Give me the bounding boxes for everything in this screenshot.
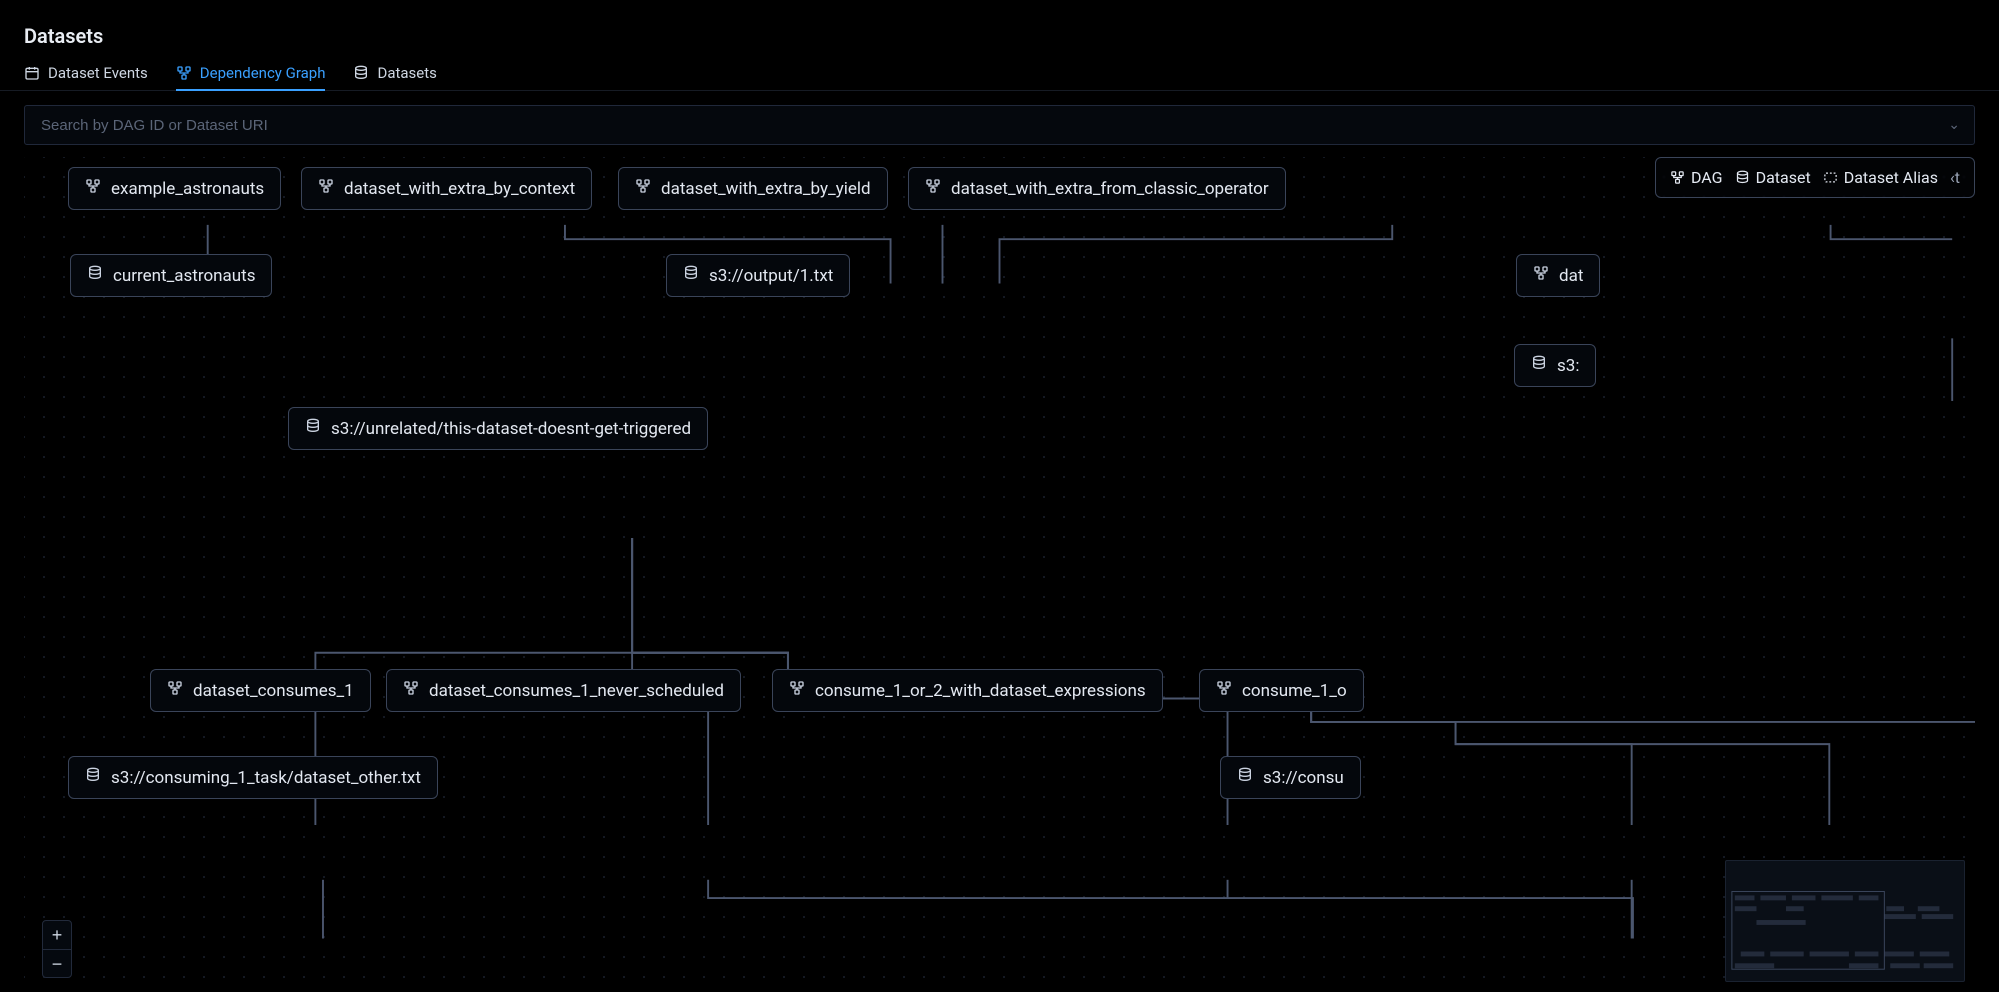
database-icon [353, 65, 369, 81]
legend-alias: Dataset Alias [1823, 168, 1938, 187]
nodes-layer: example_astronauts dataset_with_extra_by_… [24, 157, 1975, 992]
dag-icon [789, 680, 805, 701]
database-icon [305, 418, 321, 439]
database-icon [683, 265, 699, 286]
legend-dataset: Dataset [1735, 168, 1811, 187]
node-dataset_with_extra_by_yield[interactable]: dataset_with_extra_by_yield [618, 167, 888, 210]
node-dat_trunc[interactable]: dat [1516, 254, 1600, 297]
zoom-out-button[interactable]: − [43, 949, 71, 977]
search-bar[interactable]: ⌄ [24, 105, 1975, 145]
node-label: s3: [1557, 356, 1579, 376]
node-label: s3://output/1.txt [709, 266, 833, 286]
node-example_astronauts[interactable]: example_astronauts [68, 167, 281, 210]
database-icon [85, 767, 101, 788]
dag-icon [85, 178, 101, 199]
node-label: dataset_with_extra_by_yield [661, 179, 871, 199]
database-icon [1237, 767, 1253, 788]
node-current_astronauts[interactable]: current_astronauts [70, 254, 272, 297]
dag-icon [925, 178, 941, 199]
node-label: s3://consuming_1_task/dataset_other.txt [111, 768, 421, 788]
graph-icon [176, 65, 192, 81]
tab-dependency-graph[interactable]: Dependency Graph [176, 56, 326, 90]
node-dataset_consumes_1[interactable]: dataset_consumes_1 [150, 669, 371, 712]
node-dataset_consumes_1_never_scheduled[interactable]: dataset_consumes_1_never_scheduled [386, 669, 741, 712]
node-s3_consu[interactable]: s3://consu [1220, 756, 1361, 799]
graph-canvas[interactable]: example_astronauts dataset_with_extra_by_… [24, 157, 1975, 992]
search-input[interactable] [39, 116, 1948, 135]
alias-icon [1823, 170, 1838, 185]
chevron-down-icon: ⌄ [1948, 117, 1960, 133]
zoom-controls: + − [42, 920, 72, 978]
dag-icon [1670, 170, 1685, 185]
minimap-viewport[interactable] [1732, 891, 1884, 969]
dag-icon [318, 178, 334, 199]
node-label: s3://consu [1263, 768, 1344, 788]
node-dataset_with_extra_by_context[interactable]: dataset_with_extra_by_context [301, 167, 592, 210]
datasets-page: Datasets Dataset Events Dependency Graph… [0, 0, 1999, 992]
node-label: dataset_consumes_1_never_scheduled [429, 681, 724, 701]
node-consume_1_more[interactable]: consume_1_o [1199, 669, 1364, 712]
node-consuming_other[interactable]: s3://consuming_1_task/dataset_other.txt [68, 756, 438, 799]
node-label: example_astronauts [111, 179, 264, 199]
tabs: Dataset Events Dependency Graph Datasets [0, 56, 1999, 91]
legend-dag: DAG [1670, 168, 1723, 187]
node-consume_1_or_2[interactable]: consume_1_or_2_with_dataset_expressions [772, 669, 1163, 712]
node-label: current_astronauts [113, 266, 255, 286]
node-label: dataset_consumes_1 [193, 681, 354, 701]
node-unrelated[interactable]: s3://unrelated/this-dataset-doesnt-get-t… [288, 407, 708, 450]
dag-icon [1216, 680, 1232, 701]
node-s3_partial[interactable]: s3: [1514, 344, 1596, 387]
calendar-icon [24, 65, 40, 81]
node-dataset_with_extra_from_classic_operator[interactable]: dataset_with_extra_from_classic_operator [908, 167, 1286, 210]
node-label: dat [1559, 266, 1583, 286]
legend: DAG Dataset Dataset Alias ‹t [1655, 157, 1975, 198]
database-icon [1735, 170, 1750, 185]
database-icon [1531, 355, 1547, 376]
page-title: Datasets [24, 24, 1975, 48]
node-label: dataset_with_extra_by_context [344, 179, 575, 199]
tab-dataset-events[interactable]: Dataset Events [24, 56, 148, 90]
node-label: dataset_with_extra_from_classic_operator [951, 179, 1269, 199]
dag-icon [635, 178, 651, 199]
dag-icon [403, 680, 419, 701]
dag-icon [1533, 265, 1549, 286]
node-label: consume_1_o [1242, 681, 1347, 701]
node-label: s3://unrelated/this-dataset-doesnt-get-t… [331, 419, 691, 439]
tab-datasets[interactable]: Datasets [353, 56, 436, 90]
legend-overflow: ‹t [1950, 168, 1960, 187]
node-s3_output_1[interactable]: s3://output/1.txt [666, 254, 850, 297]
minimap[interactable] [1725, 860, 1965, 982]
node-label: consume_1_or_2_with_dataset_expressions [815, 681, 1146, 701]
database-icon [87, 265, 103, 286]
dag-icon [167, 680, 183, 701]
zoom-in-button[interactable]: + [43, 921, 71, 949]
